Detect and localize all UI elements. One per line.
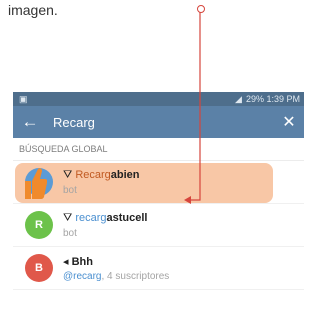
callout-pointer xyxy=(184,12,201,204)
